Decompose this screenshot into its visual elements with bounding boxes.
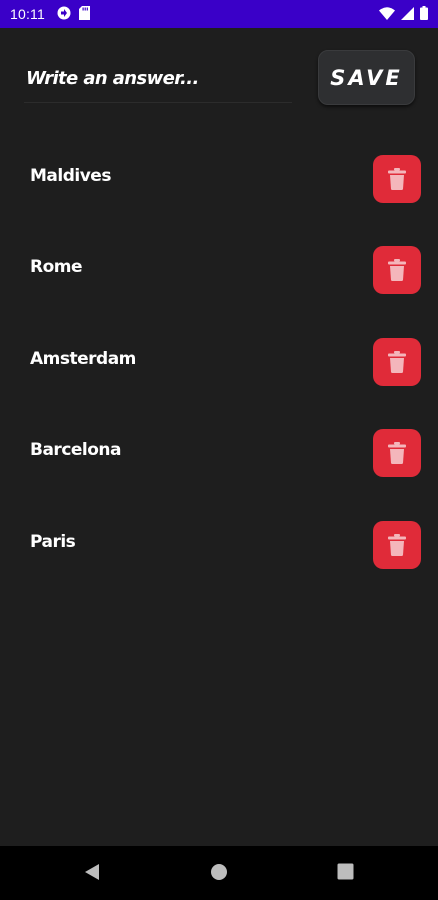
status-time: 10:11 bbox=[10, 6, 45, 22]
trash-icon bbox=[388, 442, 406, 464]
answer-item: Barcelona bbox=[0, 418, 438, 478]
delete-button[interactable] bbox=[373, 338, 421, 386]
delete-button[interactable] bbox=[373, 246, 421, 294]
answer-item: Maldives bbox=[0, 144, 438, 204]
trash-icon bbox=[388, 168, 406, 190]
trash-icon bbox=[388, 351, 406, 373]
delete-button[interactable] bbox=[373, 429, 421, 477]
save-button[interactable]: SAVE bbox=[318, 50, 415, 105]
system-nav-bar bbox=[0, 846, 438, 900]
vpn-key-icon bbox=[57, 5, 71, 24]
trash-icon bbox=[388, 259, 406, 281]
delete-button[interactable] bbox=[373, 155, 421, 203]
save-button-label: SAVE bbox=[330, 65, 403, 90]
back-icon[interactable] bbox=[84, 863, 100, 885]
answer-item: Amsterdam bbox=[0, 327, 438, 387]
answer-input[interactable] bbox=[24, 58, 296, 98]
wifi-icon bbox=[379, 5, 395, 24]
answer-label: Barcelona bbox=[30, 440, 122, 460]
answer-label: Paris bbox=[30, 532, 76, 552]
answer-label: Maldives bbox=[30, 166, 111, 186]
trash-icon bbox=[388, 534, 406, 556]
answer-item: Rome bbox=[0, 235, 438, 295]
answer-label: Amsterdam bbox=[30, 349, 136, 369]
answers-screen: SAVE Maldives Rome bbox=[0, 28, 438, 846]
answer-label: Rome bbox=[30, 257, 83, 277]
delete-button[interactable] bbox=[373, 521, 421, 569]
recents-icon[interactable] bbox=[337, 863, 354, 884]
status-bar: 10:11 bbox=[0, 0, 438, 28]
answer-input-container bbox=[24, 58, 296, 103]
answer-item: Paris bbox=[0, 510, 438, 570]
home-icon[interactable] bbox=[210, 863, 228, 885]
sd-card-icon bbox=[79, 5, 90, 24]
signal-icon bbox=[401, 5, 414, 24]
battery-icon bbox=[420, 5, 428, 24]
